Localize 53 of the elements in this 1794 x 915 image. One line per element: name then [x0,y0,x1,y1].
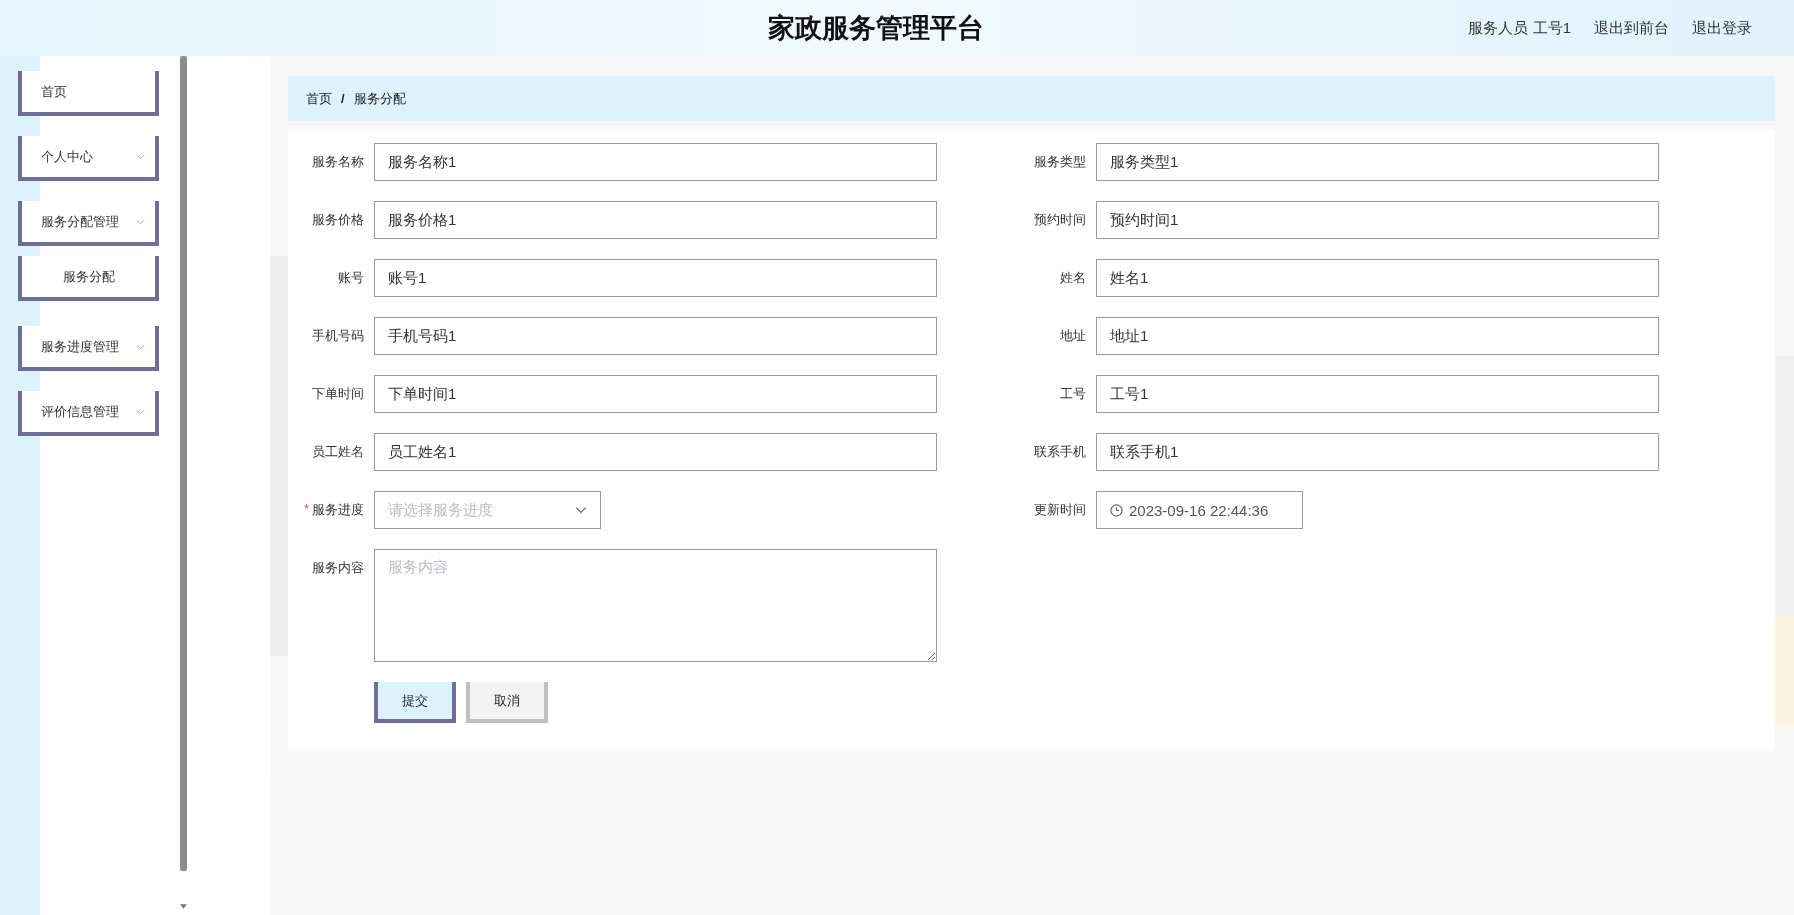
input-field[interactable]: 服务价格1 [374,201,937,239]
menu-item[interactable]: 服务分配 [18,256,159,301]
field-label: 更新时间 [1034,501,1086,519]
input-field[interactable]: 下单时间1 [374,375,937,413]
chevron-down-icon [136,343,145,350]
field-label: 预约时间 [1034,211,1086,229]
field-label: 地址 [1060,327,1086,345]
field-label: 工号 [1060,385,1086,403]
field-label: 服务进度 [312,501,364,519]
chevron-down-icon [575,506,587,514]
user-label: 服务人员 工号1 [1468,18,1571,38]
breadcrumb-separator: / [341,91,345,106]
field-label: 手机号码 [312,327,364,345]
header-link[interactable]: 退出登录 [1692,18,1752,38]
input-field[interactable]: 预约时间1 [1096,201,1659,239]
field-label: 员工姓名 [312,443,364,461]
breadcrumb-item[interactable]: 服务分配 [353,89,406,108]
menu-item[interactable]: 个人中心 [18,136,159,181]
text-area[interactable]: 服务内容 [374,549,937,662]
field-label: 服务类型 [1034,153,1086,171]
scroll-down-icon[interactable] [180,904,187,909]
field-label: 姓名 [1060,269,1086,287]
field-label: 服务内容 [312,559,364,577]
input-field[interactable]: 服务名称1 [374,143,937,181]
field-label: 下单时间 [312,385,364,403]
input-field[interactable]: 账号1 [374,259,937,297]
menu-item[interactable]: 服务进度管理 [18,326,159,371]
header-link[interactable]: 退出到前台 [1594,18,1669,38]
clock-icon [1110,503,1123,517]
chevron-down-icon [136,218,145,225]
site-title: 家政服务管理平台 [768,12,984,45]
field-label: 账号 [338,269,364,287]
scrollbar[interactable] [180,56,187,871]
field-label: 服务价格 [312,211,364,229]
input-field[interactable]: 联系手机1 [1096,433,1659,471]
chevron-down-icon [136,153,145,160]
input-field[interactable]: 服务类型1 [1096,143,1659,181]
menu-item[interactable]: 评价信息管理 [18,391,159,436]
input-field[interactable]: 姓名1 [1096,259,1659,297]
chevron-down-icon [136,408,145,415]
submit-button[interactable]: 提交 [374,682,456,723]
field-label: 服务名称 [312,153,364,171]
cancel-button[interactable]: 取消 [466,682,548,723]
field-label: 联系手机 [1034,443,1086,461]
input-field[interactable]: 地址1 [1096,317,1659,355]
required-mark: * [303,501,309,518]
datetime-field[interactable]: 2023-09-16 22:44:36 [1096,491,1303,529]
input-field[interactable]: 工号1 [1096,375,1659,413]
menu-item[interactable]: 首页 [18,71,159,116]
breadcrumb-item[interactable]: 首页 [306,89,332,108]
input-field[interactable]: 员工姓名1 [374,433,937,471]
menu-item[interactable]: 服务分配管理 [18,201,159,246]
input-field[interactable]: 手机号码1 [374,317,937,355]
